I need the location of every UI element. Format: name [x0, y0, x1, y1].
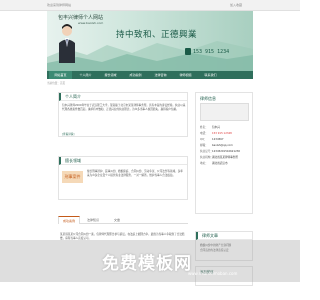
phone-number: 153 915 1234	[193, 49, 230, 55]
info-row-name: 姓名： 包丰兴	[200, 126, 220, 129]
top-bar: 欢迎来到律师网站 加入收藏	[0, 0, 300, 11]
breadcrumb: 当前位置：首页	[47, 82, 66, 85]
expertise-badge[interactable]: 刑事案件	[62, 171, 83, 183]
favorite-link[interactable]: 加入收藏	[230, 3, 242, 7]
site-title: 包丰兴律师个人网站	[58, 15, 104, 21]
intro-more-link[interactable]: [查看详情]	[62, 132, 74, 136]
tab-articles[interactable]: 文章	[106, 216, 128, 224]
main-nav: 网站首页 个人简介 擅长领域 成功案例 法律咨询 律师视频 联系我们	[47, 71, 253, 79]
info-row-address: 地址： 湖北省武汉市	[200, 162, 228, 165]
watermark-text: 免费模板网	[102, 254, 192, 274]
intro-panel: 个人简介 包丰兴律师2000年毕业于武汉理工大学，现就职于北京市某某律师事务所，…	[58, 92, 188, 137]
site-url: www.baolsh.com	[78, 21, 104, 25]
nav-item-expertise[interactable]: 擅长领域	[99, 71, 122, 79]
welcome-text: 欢迎来到律师网站	[47, 3, 72, 7]
slogan-text: 持中致和、正德興業	[116, 30, 198, 40]
nav-item-cases[interactable]: 成功案例	[124, 71, 147, 79]
articles-title: 律师文章	[196, 232, 252, 240]
nav-item-home[interactable]: 网站首页	[49, 71, 72, 79]
watermark-url: www.mianfeimoban.com	[188, 271, 238, 276]
expertise-text: 擅长刑事辩护、民事纠纷、婚姻家庭、合同纠纷、劳动争议、公司法务等领域，多年来为众…	[87, 170, 183, 177]
expertise-title: 擅长领域	[59, 157, 187, 165]
case-tabs: 成功案例 法律知识 文章	[58, 216, 188, 224]
nav-item-consult[interactable]: 法律咨询	[149, 71, 172, 79]
nav-item-contact[interactable]: 联系我们	[199, 71, 222, 79]
info-row-qq: QQ： 1234567	[200, 138, 224, 141]
info-row-email: 邮箱： baolsh@qq.com	[200, 144, 233, 147]
info-row-phone: 电话： 153 915 12348	[200, 132, 232, 135]
phone-icon	[185, 48, 191, 55]
lawyer-photo	[200, 103, 249, 121]
lawyer-info-title: 律师信息	[200, 96, 216, 101]
lawyer-info-card: 律师信息 姓名： 包丰兴 电话： 153 915 12348 QQ： 1234567 …	[195, 92, 253, 214]
tab-cases[interactable]: 成功案例	[58, 216, 80, 224]
watermark-overlay: 免费模板网 www.mianfeimoban.com	[0, 240, 300, 282]
intro-text: 包丰兴律师2000年毕业于武汉理工大学，现就职于北京市某某律师事务所，具有丰富的…	[62, 104, 186, 111]
tab-knowledge[interactable]: 法律知识	[82, 216, 104, 224]
info-row-license: 执业证号：12345201510621230	[200, 150, 241, 153]
intro-title: 个人简介	[59, 93, 187, 101]
nav-item-profile[interactable]: 个人简介	[74, 71, 97, 79]
info-row-firm: 执业机构：湖北省某某律师事务所	[200, 156, 238, 159]
nav-item-video[interactable]: 律师视频	[174, 71, 197, 79]
expertise-panel: 擅长领域 刑事案件 擅长刑事辩护、民事纠纷、婚姻家庭、合同纠纷、劳动争议、公司法…	[58, 156, 188, 200]
lawyer-portrait	[59, 24, 75, 63]
